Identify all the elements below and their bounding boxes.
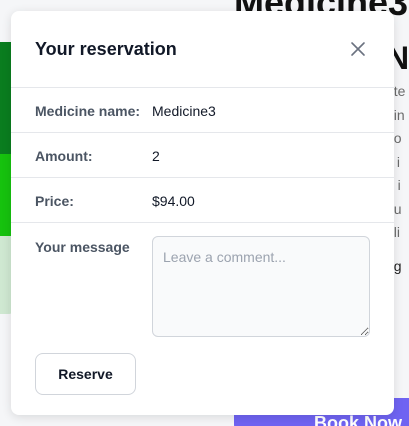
- medicine-name-value: Medicine3: [152, 103, 216, 119]
- amount-label: Amount:: [35, 148, 93, 164]
- amount-row: Amount: 2: [11, 133, 394, 178]
- message-label: Your message: [35, 239, 130, 255]
- comment-textarea[interactable]: [152, 236, 370, 337]
- reservation-modal: Your reservation Medicine name: Medicine…: [11, 11, 394, 415]
- medicine-name-row: Medicine name: Medicine3: [11, 88, 394, 133]
- reserve-button[interactable]: Reserve: [35, 353, 136, 395]
- amount-value: 2: [152, 148, 160, 164]
- close-icon: [351, 42, 365, 56]
- close-button[interactable]: [350, 41, 366, 57]
- price-row: Price: $94.00: [11, 178, 394, 223]
- page: Medicine3 Na nte hin iro x i d i nu dli …: [0, 0, 409, 426]
- price-label: Price:: [35, 193, 74, 209]
- modal-header: Your reservation: [11, 11, 394, 88]
- message-row: Your message: [11, 223, 394, 343]
- price-value: $94.00: [152, 193, 195, 209]
- medicine-name-label: Medicine name:: [35, 103, 141, 119]
- modal-title: Your reservation: [35, 39, 177, 59]
